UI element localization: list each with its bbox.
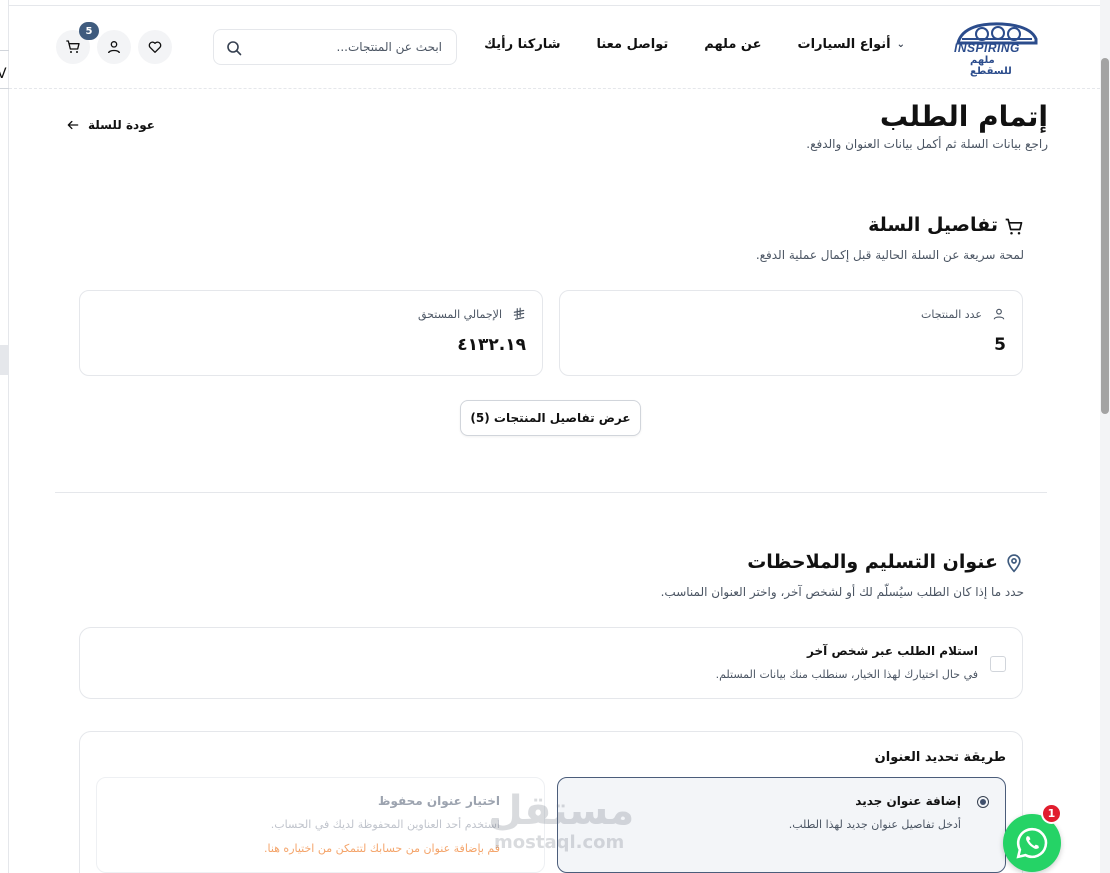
cart-icon: [1005, 218, 1023, 235]
section-divider: [55, 492, 1047, 493]
total-due-card: الإجمالي المستحق ٤١٣٢.١٩: [79, 290, 543, 376]
saved-address-option: اختيار عنوان محفوظ استخدم أحد العناوين ا…: [96, 777, 545, 873]
search-box[interactable]: [213, 29, 457, 65]
nav-contact-label: تواصل معنا: [596, 37, 669, 52]
left-window-edge: V: [0, 0, 9, 873]
map-pin-icon: [1007, 554, 1021, 573]
cart-count-badge: 5: [79, 22, 99, 40]
cart-section-subtitle: لمحة سريعة عن السلة الحالية قبل إكمال عم…: [755, 248, 1024, 262]
new-address-title: إضافة عنوان جديد: [855, 794, 961, 808]
site-logo[interactable]: INSPIRING ملهم للسقطع: [952, 19, 1038, 77]
search-icon[interactable]: [226, 40, 242, 56]
nav-feedback[interactable]: شاركنا رأيك: [484, 37, 560, 52]
nav-car-types-label: أنواع السيارات: [797, 37, 891, 52]
scroll-thumb[interactable]: [1101, 58, 1109, 414]
saved-address-warning: قم بإضافة عنوان من حسابك لتتمكن من اختيا…: [263, 842, 500, 855]
whatsapp-icon: [1016, 827, 1048, 859]
products-count-card: عدد المنتجات 5: [559, 290, 1023, 376]
delivery-section-subtitle: حدد ما إذا كان الطلب سيُسلّم لك أو لشخص …: [660, 585, 1024, 599]
user-icon: [108, 41, 120, 54]
watermark-arabic: مستقل: [488, 788, 635, 834]
arrow-left-icon: [67, 120, 79, 130]
back-to-cart-label: عودة للسلة: [88, 118, 155, 132]
nav-car-types[interactable]: أنواع السيارات ⌄: [798, 37, 906, 52]
receive-by-other-option[interactable]: استلام الطلب عبر شخص آخر في حال اختيارك …: [79, 627, 1023, 699]
products-count-label: عدد المنتجات: [921, 308, 982, 321]
wishlist-button[interactable]: [138, 30, 172, 64]
address-method-title: طريقة تحديد العنوان: [874, 750, 1006, 765]
chevron-down-icon: ⌄: [896, 39, 905, 50]
edge-glyph: V: [0, 66, 7, 82]
logo-subtext: ملهم للسقطع: [970, 55, 1012, 77]
nav-contact[interactable]: تواصل معنا: [596, 37, 668, 52]
saved-address-title: اختيار عنوان محفوظ: [377, 794, 500, 808]
nav-about[interactable]: عن ملهم: [704, 37, 761, 52]
receive-by-other-desc: في حال اختيارك لهذا الخيار، سنطلب منك بي…: [715, 668, 978, 681]
receive-by-other-checkbox[interactable]: [990, 656, 1006, 672]
delivery-section-title: عنوان التسليم والملاحظات: [747, 551, 998, 573]
site-header: INSPIRING ملهم للسقطع أنواع السيارات ⌄ ع…: [9, 7, 1100, 89]
scrollbar[interactable]: [1100, 0, 1110, 873]
watermark-english: mostaql.com: [494, 832, 625, 853]
main-nav: أنواع السيارات ⌄ عن ملهم تواصل معنا شارك…: [484, 37, 905, 52]
new-address-desc: أدخل تفاصيل عنوان جديد لهذا الطلب.: [788, 818, 961, 831]
user-icon: [993, 308, 1005, 320]
whatsapp-notification-badge: 1: [1041, 803, 1062, 824]
total-due-value: ٤١٣٢.١٩: [457, 335, 526, 355]
back-to-cart-link[interactable]: عودة للسلة: [66, 118, 155, 132]
nav-feedback-label: شاركنا رأيك: [484, 37, 561, 52]
total-due-label: الإجمالي المستحق: [417, 308, 502, 321]
cart-section-title: تفاصيل السلة: [868, 214, 998, 236]
saved-address-desc: استخدم أحد العناوين المحفوظة لديك في الح…: [270, 818, 500, 831]
search-input[interactable]: [250, 30, 450, 64]
view-product-details-button[interactable]: عرض تفاصيل المنتجات (5): [460, 400, 641, 436]
heart-icon: [148, 41, 162, 53]
page-subtitle: راجع بيانات السلة ثم أكمل بيانات العنوان…: [806, 137, 1048, 151]
nav-about-label: عن ملهم: [704, 37, 762, 52]
mostaql-watermark: مستقل mostaql.com: [488, 788, 634, 858]
account-button[interactable]: [97, 30, 131, 64]
cart-icon: [66, 40, 80, 53]
products-count-value: 5: [994, 335, 1006, 355]
receive-by-other-title: استلام الطلب عبر شخص آخر: [807, 644, 978, 658]
logo-text: INSPIRING: [954, 41, 1020, 55]
top-edge: [9, 0, 1100, 6]
page-title: إتمام الطلب: [879, 100, 1048, 133]
riyal-icon: [513, 307, 525, 320]
new-address-radio[interactable]: [977, 796, 989, 808]
